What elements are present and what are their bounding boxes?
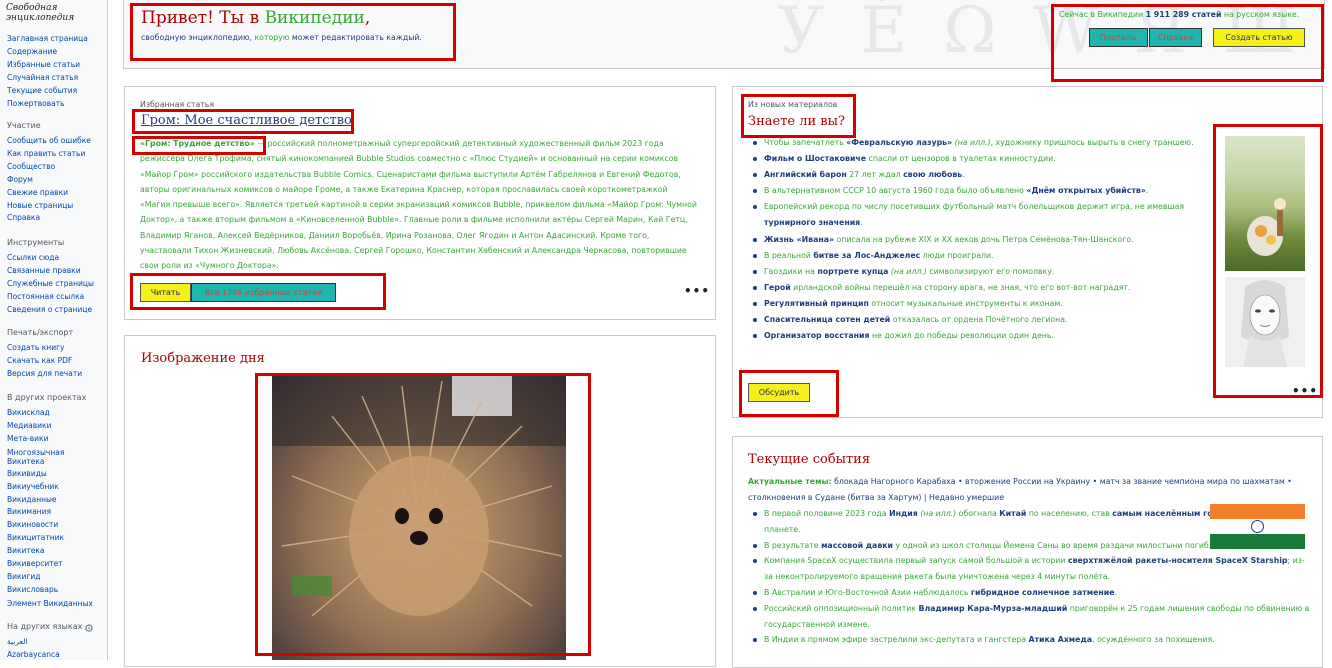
highlight-box xyxy=(741,94,856,138)
sidebar-participation: Участие Сообщить об ошибке Как править ст… xyxy=(7,121,102,225)
more-options-icon[interactable]: ••• xyxy=(1292,384,1318,398)
sidebar-link[interactable]: Пожертвовать xyxy=(7,98,102,111)
sidebar-link[interactable]: Скачать как PDF xyxy=(7,355,102,368)
featured-label: Избранная статья xyxy=(140,100,215,109)
dyk-fact: Европейский рекорд по числу посетивших ф… xyxy=(750,199,1210,231)
featured-summary: «Гром: Трудное детство» — российский пол… xyxy=(140,136,700,274)
dyk-fact: Английский барон 27 лет ждал свою любовь… xyxy=(750,167,1210,183)
highlight-box xyxy=(255,373,591,656)
highlight-box xyxy=(739,370,839,417)
sidebar-projects: В других проектах Викисклад Медиавики Мета… xyxy=(7,393,102,610)
dyk-fact: Спасительница сотен детей отказалась от … xyxy=(750,312,1210,328)
sidebar-link[interactable]: Как править статьи xyxy=(7,148,102,161)
sidebar-tools: Инструменты Ссылки сюда Связанные правки С… xyxy=(7,238,102,317)
sidebar-link[interactable]: Сведения о странице xyxy=(7,304,102,317)
highlight-box xyxy=(1051,4,1324,82)
dyk-fact: Жизнь «Ивана» описала на рубеже XIX и XX… xyxy=(750,232,1210,248)
sidebar-nav: Заглавная страница Содержание Избранные ст… xyxy=(7,33,102,110)
dyk-fact: В альтернативном СССР 10 августа 1960 го… xyxy=(750,183,1210,199)
sidebar-section-title: Инструменты xyxy=(7,238,65,247)
highlight-box xyxy=(130,3,456,61)
sidebar-link[interactable]: Постоянная ссылка xyxy=(7,291,102,304)
logo-tagline: Свободная энциклопедия xyxy=(6,3,75,23)
sidebar-print: Печать/экспорт Создать книгу Скачать как … xyxy=(7,328,102,381)
sidebar-link[interactable]: Справка xyxy=(7,212,102,225)
gear-icon[interactable]: ⚙ xyxy=(84,622,94,635)
sidebar-link[interactable]: Элемент Викиданных xyxy=(7,597,102,610)
sidebar-link[interactable]: Форум xyxy=(7,174,102,187)
sidebar-link[interactable]: Викисклад xyxy=(7,407,102,420)
dyk-list: Чтобы запечатлеть «Февральскую лазурь» (… xyxy=(750,135,1210,344)
sidebar-link[interactable]: Сообщить об ошибке xyxy=(7,135,102,148)
sidebar-link[interactable]: Служебные страницы xyxy=(7,278,102,291)
sidebar-link[interactable]: Случайная статья xyxy=(7,72,102,85)
highlight-box xyxy=(1213,124,1323,398)
news-item: В Индии в прямом эфире застрелили экс-де… xyxy=(750,632,1310,648)
highlight-box xyxy=(132,136,266,155)
dyk-fact: Организатор восстания не дожил до победы… xyxy=(750,328,1210,344)
highlight-box xyxy=(130,273,386,310)
news-topics: Актуальные темы: блокада Нагорного Караб… xyxy=(748,474,1308,505)
sidebar-link[interactable]: Текущие события xyxy=(7,85,102,98)
highlight-box xyxy=(132,109,354,134)
sidebar: Свободная энциклопедия Заглавная страниц… xyxy=(0,0,108,660)
dyk-fact: Чтобы запечатлеть «Февральскую лазурь» (… xyxy=(750,135,1210,151)
sidebar-link[interactable]: Многоязычная Викитека xyxy=(7,446,102,468)
sidebar-section-title: Участие xyxy=(7,121,41,130)
sidebar-link[interactable]: Версия для печати xyxy=(7,368,102,381)
more-options-icon[interactable]: ••• xyxy=(684,284,710,298)
sidebar-link[interactable]: Azərbaycanca xyxy=(7,649,102,660)
sidebar-link[interactable]: Избранные статьи xyxy=(7,59,102,72)
featured-summary-text: — российский полнометражный супергеройск… xyxy=(140,139,697,271)
sidebar-link[interactable]: Связанные правки xyxy=(7,265,102,278)
sidebar-link[interactable]: Викицитатник xyxy=(7,532,102,545)
sidebar-link[interactable]: Викисловарь xyxy=(7,584,102,597)
sidebar-link[interactable]: Создать книгу xyxy=(7,342,102,355)
sidebar-section-title: В других проектах xyxy=(7,393,87,402)
sidebar-link[interactable]: Заглавная страница xyxy=(7,33,102,46)
sidebar-link[interactable]: العربية xyxy=(7,636,102,649)
dyk-fact: Фильм о Шостаковиче спасли от цензоров в… xyxy=(750,151,1210,167)
sidebar-link[interactable]: Свежие правки xyxy=(7,187,102,200)
india-flag-image[interactable] xyxy=(1210,504,1305,549)
sidebar-link[interactable]: Викивиды xyxy=(7,468,102,481)
sidebar-link[interactable]: Викимания xyxy=(7,506,102,519)
news-item: В Австралии и Юго-Восточной Азии наблюда… xyxy=(750,585,1310,601)
dyk-fact: Гвоздики на портрете купца (на илл.) сим… xyxy=(750,264,1210,280)
sidebar-link[interactable]: Сообщество xyxy=(7,161,102,174)
sidebar-link[interactable]: Викитека xyxy=(7,545,102,558)
sidebar-link[interactable]: Викиверситет xyxy=(7,558,102,571)
dyk-fact: В реальной битве за Лос-Анджелес люди пр… xyxy=(750,248,1210,264)
news-item: Российский оппозиционный политик Владими… xyxy=(750,601,1310,633)
sidebar-link[interactable]: Викигид xyxy=(7,571,102,584)
potd-title: Изображение дня xyxy=(141,351,265,366)
sidebar-section-title: Печать/экспорт xyxy=(7,328,74,337)
sidebar-link[interactable]: Новые страницы xyxy=(7,200,102,213)
news-topics-label: Актуальные темы: xyxy=(748,477,832,486)
news-item: Компания SpaceX осуществила первый запус… xyxy=(750,553,1310,585)
sidebar-link[interactable]: Мета-вики xyxy=(7,433,102,446)
dyk-fact: Регулятивный принцип относит музыкальные… xyxy=(750,296,1210,312)
news-title: Текущие события xyxy=(748,452,871,467)
sidebar-link[interactable]: Ссылки сюда xyxy=(7,252,102,265)
sidebar-link[interactable]: Медиавики xyxy=(7,420,102,433)
sidebar-link[interactable]: Викиданные xyxy=(7,494,102,507)
dyk-fact: Герой ирландской войны перешёл на сторон… xyxy=(750,280,1210,296)
sidebar-link[interactable]: Содержание xyxy=(7,46,102,59)
sidebar-link[interactable]: Викиучебник xyxy=(7,481,102,494)
sidebar-link[interactable]: Викиновости xyxy=(7,519,102,532)
